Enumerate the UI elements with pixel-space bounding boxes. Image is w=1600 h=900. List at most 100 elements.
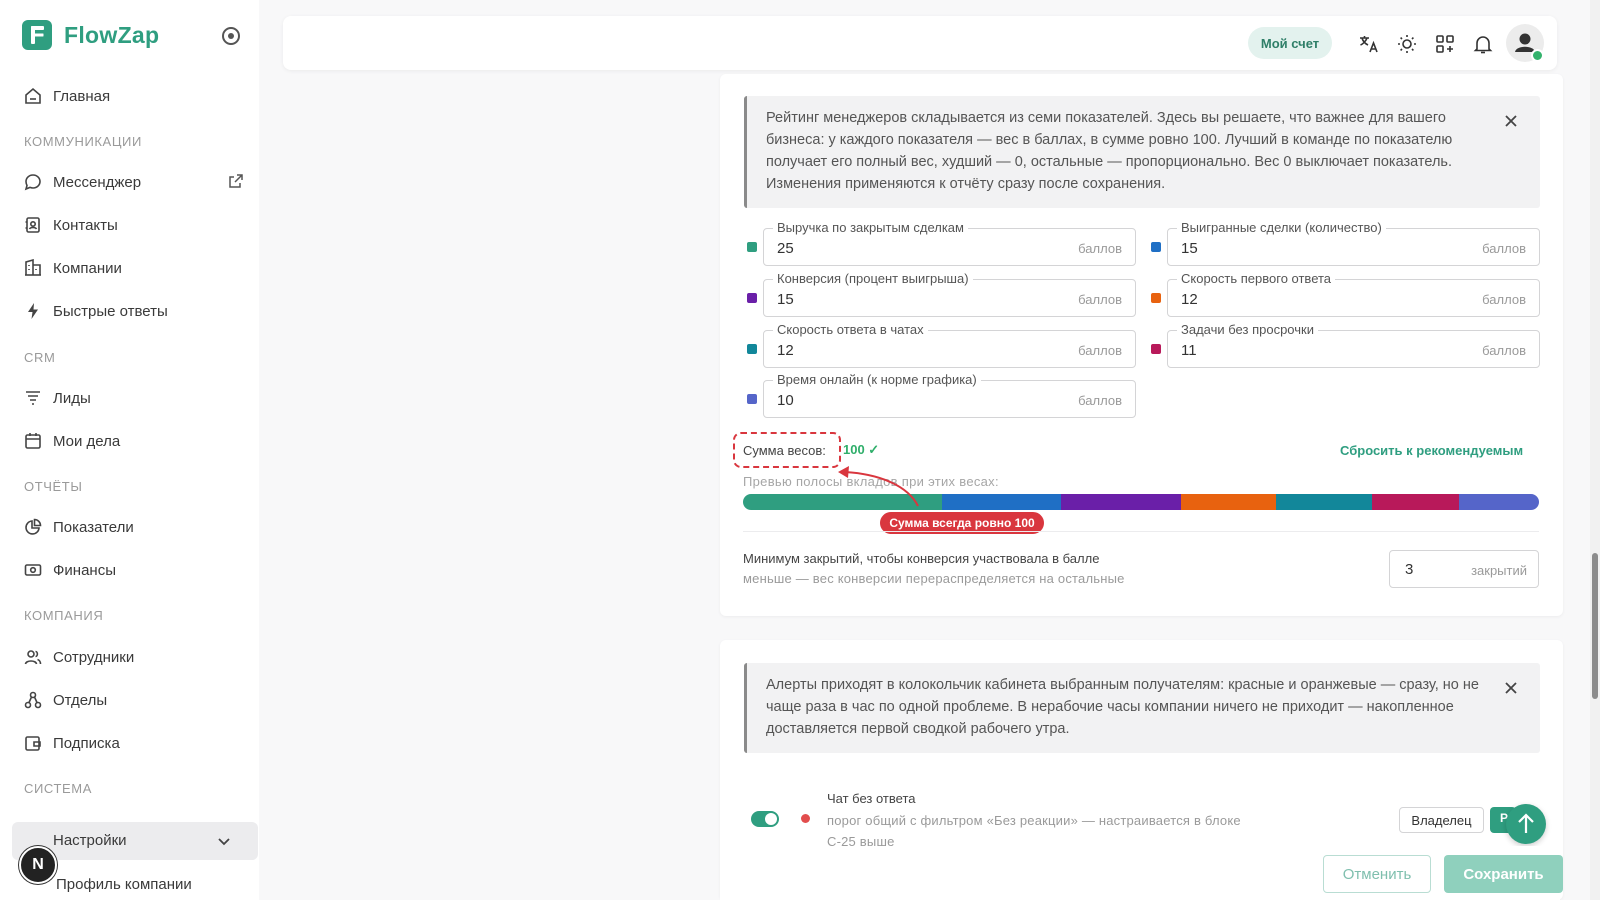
weight-input[interactable]: Время онлайн (к норме графика) 10 баллов (763, 372, 1136, 418)
building-icon (24, 259, 42, 277)
sidebar-item-home[interactable]: Главная (24, 84, 244, 108)
scroll-top-button[interactable] (1506, 804, 1546, 844)
sidebar-item-employees[interactable]: Сотрудники (24, 645, 244, 669)
sidebar-item-companies[interactable]: Компании (24, 256, 244, 280)
users-icon (24, 648, 42, 666)
weight-input-value: 10 (777, 392, 794, 409)
avatar[interactable] (1506, 24, 1544, 62)
app-name: FlowZap (64, 21, 160, 48)
weight-input[interactable]: Скорость ответа в чатах 12 баллов (763, 322, 1136, 368)
chevron-down-icon[interactable] (217, 834, 231, 848)
weight-input[interactable]: Выручка по закрытым сделкам 25 баллов (763, 220, 1136, 266)
contacts-icon (24, 216, 42, 234)
sun-icon[interactable] (1396, 33, 1418, 55)
weight-input[interactable]: Скорость первого ответа 12 баллов (1167, 271, 1540, 317)
metric-color-dot (747, 293, 757, 303)
calendar-icon (24, 432, 42, 450)
weight-input-unit: баллов (1078, 292, 1122, 307)
sidebar-item-leads[interactable]: Лиды (24, 386, 244, 410)
weight-input-value: 12 (1181, 291, 1198, 308)
chat-bubble-icon (24, 173, 42, 191)
weight-input-label: Выручка по закрытым сделкам (773, 220, 968, 235)
weight-input-value: 11 (1181, 342, 1197, 359)
sidebar-item-label: Главная (53, 87, 111, 105)
weight-input-label: Время онлайн (к норме графика) (773, 372, 981, 387)
contribution-segment (942, 494, 1062, 510)
funnel-icon (24, 389, 42, 407)
money-icon (24, 561, 42, 579)
sidebar-item-departments[interactable]: Отделы (24, 688, 244, 712)
alerts-info-banner: Алерты приходят в колокольчик кабинета в… (744, 663, 1540, 753)
recipient-owner-chip[interactable]: Владелец (1399, 807, 1484, 833)
sidebar-item-label: Быстрые ответы (53, 302, 168, 320)
weight-input-label: Скорость ответа в чатах (773, 322, 928, 337)
sum-callout: Сумма всегда ровно 100 (878, 510, 1046, 536)
section-crm: CRM (24, 350, 56, 365)
weight-input-unit: баллов (1078, 343, 1122, 358)
cancel-button[interactable]: Отменить (1323, 855, 1431, 893)
min-closures-unit: закрытий (1471, 563, 1527, 578)
sidebar-item-my-tasks[interactable]: Мои дела (24, 429, 244, 453)
weight-input-value: 15 (777, 291, 794, 308)
weight-input-value: 12 (777, 342, 794, 359)
close-icon[interactable] (1504, 114, 1518, 128)
sidebar-item-messenger[interactable]: Мессенджер (24, 170, 244, 194)
sidebar-item-quick-replies[interactable]: Быстрые ответы (24, 299, 244, 323)
sidebar-item-subscription[interactable]: Подписка (24, 731, 244, 755)
sidebar-item-label: Мессенджер (53, 173, 142, 191)
wallet-icon (24, 734, 42, 752)
weight-input-unit: баллов (1078, 241, 1122, 256)
bell-icon[interactable] (1472, 33, 1494, 55)
hierarchy-icon (24, 691, 42, 709)
footer-bar (720, 846, 1560, 900)
weight-input-label: Конверсия (процент выигрыша) (773, 271, 973, 286)
contribution-segment (1180, 494, 1277, 510)
min-closures-value: 3 (1405, 561, 1414, 578)
section-communications: КОММУНИКАЦИИ (24, 134, 142, 149)
metric-color-dot (1151, 293, 1161, 303)
weight-input-unit: баллов (1078, 393, 1122, 408)
save-button[interactable]: Сохранить (1444, 855, 1563, 893)
logo[interactable]: FlowZap (22, 20, 159, 50)
contribution-segment (1459, 494, 1539, 510)
weight-input-label: Задачи без просрочки (1177, 322, 1318, 337)
weight-input-value: 25 (777, 240, 794, 257)
metric-color-dot (747, 242, 757, 252)
weight-input-unit: баллов (1482, 292, 1526, 307)
close-icon[interactable] (1504, 681, 1518, 695)
min-closures-input[interactable]: 3 закрытий (1389, 550, 1539, 588)
metric-color-dot (747, 344, 757, 354)
weight-input[interactable]: Задачи без просрочки 11 баллов (1167, 322, 1540, 368)
severity-dot (801, 814, 810, 823)
min-closures-label: Минимум закрытий, чтобы конверсия участв… (743, 551, 1100, 566)
section-company: КОМПАНИЯ (24, 608, 104, 623)
weight-input[interactable]: Конверсия (процент выигрыша) 15 баллов (763, 271, 1136, 317)
min-closures-hint: меньше — вес конверсии перераспределяетс… (743, 571, 1125, 586)
sidebar-item-contacts[interactable]: Контакты (24, 213, 244, 237)
translate-icon[interactable] (1358, 33, 1380, 55)
metric-color-dot (1151, 344, 1161, 354)
alert-toggle[interactable] (751, 811, 779, 827)
account-button[interactable]: Мой счет (1248, 27, 1332, 59)
sidebar-item-label: Сотрудники (53, 648, 135, 666)
scrollbar[interactable] (1590, 0, 1600, 900)
apps-grid-icon[interactable] (1434, 33, 1456, 55)
weight-input-unit: баллов (1482, 241, 1526, 256)
weight-input-label: Скорость первого ответа (1177, 271, 1336, 286)
sidebar-item-label: Отделы (53, 691, 108, 709)
sidebar-item-company-profile[interactable]: Профиль компании (56, 876, 192, 893)
sidebar-item-label: Финансы (53, 561, 116, 579)
external-link-icon[interactable] (228, 173, 244, 189)
user-badge[interactable]: N (19, 846, 57, 884)
scrollbar-thumb[interactable] (1592, 553, 1598, 699)
sidebar-item-metrics[interactable]: Показатели (24, 515, 244, 539)
sidebar-item-label: Лиды (53, 389, 91, 407)
home-icon (24, 87, 42, 105)
pie-chart-icon (24, 518, 42, 536)
weight-input-label: Выигранные сделки (количество) (1177, 220, 1386, 235)
pin-sidebar-icon[interactable] (222, 27, 240, 45)
reset-to-recommended-link[interactable]: Сбросить к рекомендуемым (1340, 443, 1523, 458)
weight-input-unit: баллов (1482, 343, 1526, 358)
weight-input[interactable]: Выигранные сделки (количество) 15 баллов (1167, 220, 1540, 266)
sidebar-item-finance[interactable]: Финансы (24, 558, 244, 582)
